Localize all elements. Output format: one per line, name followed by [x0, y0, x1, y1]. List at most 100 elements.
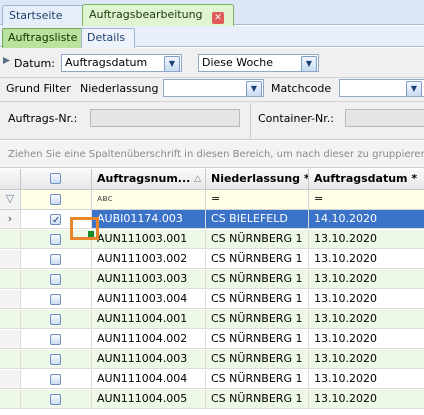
cell-auftragsnummer[interactable]: AUN111003.004	[92, 290, 206, 309]
table-row[interactable]: AUN111004.005 CS NÜRNBERG 1 13.10.2020	[0, 390, 424, 409]
filter-checkbox-cell[interactable]	[21, 190, 92, 209]
filter-operator-label: =	[211, 192, 221, 205]
cell-auftragsnummer[interactable]: AUN111004.005	[92, 390, 206, 409]
row-indicator[interactable]	[0, 230, 21, 249]
datum-type-value: Auftragsdatum	[65, 56, 148, 69]
row-indicator[interactable]	[0, 370, 21, 389]
filter-auftragsnr-operator[interactable]: ᴀᴃc	[92, 190, 206, 209]
row-checkbox-cell[interactable]	[21, 270, 92, 289]
row-indicator[interactable]	[0, 350, 21, 369]
cell-niederlassung[interactable]: CS NÜRNBERG 1	[206, 330, 309, 349]
auftrags-nr-input[interactable]	[90, 109, 240, 127]
cell-auftragsnummer[interactable]: AUBI01174.003	[92, 210, 206, 229]
cell-auftragsnummer[interactable]: AUN111003.001	[92, 230, 206, 249]
row-checkbox[interactable]	[50, 234, 61, 245]
cell-niederlassung[interactable]: CS NÜRNBERG 1	[206, 270, 309, 289]
row-checkbox[interactable]	[50, 394, 61, 405]
row-checkbox[interactable]	[50, 314, 61, 325]
row-checkbox[interactable]	[50, 374, 61, 385]
row-checkbox[interactable]	[50, 294, 61, 305]
datum-type-select[interactable]: Auftragsdatum ▼	[61, 54, 182, 72]
chevron-down-icon[interactable]: ▼	[164, 56, 180, 71]
row-indicator[interactable]: ›	[0, 210, 21, 229]
cell-niederlassung[interactable]: CS NÜRNBERG 1	[206, 250, 309, 269]
cell-auftragsdatum[interactable]: 13.10.2020	[309, 290, 424, 309]
table-row[interactable]: AUN111003.002 CS NÜRNBERG 1 13.10.2020	[0, 250, 424, 269]
cell-auftragsdatum[interactable]: 13.10.2020	[309, 390, 424, 409]
cell-auftragsdatum[interactable]: 13.10.2020	[309, 270, 424, 289]
chevron-down-icon[interactable]: ▼	[246, 81, 262, 96]
filter-operator-label: =	[314, 192, 324, 205]
cell-auftragsdatum[interactable]: 14.10.2020	[309, 210, 424, 229]
row-checkbox[interactable]	[50, 212, 61, 228]
group-panel[interactable]: Ziehen Sie eine Spaltenüberschrift in di…	[0, 141, 424, 168]
row-checkbox[interactable]	[50, 274, 61, 285]
cell-auftragsdatum[interactable]: 13.10.2020	[309, 370, 424, 389]
cell-niederlassung[interactable]: CS NÜRNBERG 1	[206, 390, 309, 409]
subtab-auftragsliste[interactable]: Auftragsliste	[2, 28, 92, 48]
row-checkbox-cell[interactable]	[21, 290, 92, 309]
filter-niederlassung-operator[interactable]: =	[206, 190, 309, 209]
row-checkbox-cell[interactable]	[21, 370, 92, 389]
niederlassung-select[interactable]: ▼	[163, 79, 264, 97]
header-niederlassung[interactable]: Niederlassung *	[206, 169, 309, 190]
cell-auftragsnummer[interactable]: AUN111004.001	[92, 310, 206, 329]
row-indicator[interactable]	[0, 270, 21, 289]
table-row[interactable]: AUN111003.001 CS NÜRNBERG 1 13.10.2020	[0, 230, 424, 249]
header-label: Niederlassung *	[211, 172, 309, 185]
row-indicator[interactable]	[0, 250, 21, 269]
matchcode-select[interactable]: ▼	[339, 79, 424, 97]
cell-niederlassung[interactable]: CS NÜRNBERG 1	[206, 370, 309, 389]
cell-auftragsnummer[interactable]: AUN111003.002	[92, 250, 206, 269]
filter-checkbox[interactable]	[50, 194, 61, 205]
cell-auftragsnummer[interactable]: AUN111004.002	[92, 330, 206, 349]
filter-datum-operator[interactable]: =	[309, 190, 424, 209]
select-all-checkbox[interactable]	[50, 173, 61, 184]
row-indicator[interactable]	[0, 390, 21, 409]
cell-niederlassung[interactable]: CS NÜRNBERG 1	[206, 310, 309, 329]
cell-auftragsdatum[interactable]: 13.10.2020	[309, 250, 424, 269]
container-nr-input[interactable]	[345, 109, 424, 127]
collapse-arrow-icon[interactable]	[3, 57, 10, 64]
table-row[interactable]: AUN111004.001 CS NÜRNBERG 1 13.10.2020	[0, 310, 424, 329]
row-checkbox[interactable]	[50, 354, 61, 365]
row-checkbox-cell[interactable]	[21, 390, 92, 409]
chevron-down-icon[interactable]: ▼	[406, 81, 422, 96]
table-row[interactable]: AUN111003.004 CS NÜRNBERG 1 13.10.2020	[0, 290, 424, 309]
table-row[interactable]: › AUBI01174.003CS BIELEFELD14.10.2020	[0, 210, 424, 229]
filter-operator-label: ᴀᴃc	[97, 194, 113, 204]
cell-auftragsnummer[interactable]: AUN111004.003	[92, 350, 206, 369]
header-auftragsdatum[interactable]: Auftragsdatum *	[309, 169, 424, 190]
filter-funnel-icon[interactable]: ▽	[0, 190, 21, 209]
table-row[interactable]: AUN111003.003 CS NÜRNBERG 1 13.10.2020	[0, 270, 424, 289]
row-checkbox-cell[interactable]	[21, 310, 92, 329]
close-icon[interactable]: ✕	[212, 12, 225, 24]
row-indicator[interactable]	[0, 330, 21, 349]
cell-auftragsdatum[interactable]: 13.10.2020	[309, 310, 424, 329]
row-checkbox-cell[interactable]	[21, 330, 92, 349]
row-checkbox[interactable]	[50, 334, 61, 345]
table-row[interactable]: AUN111004.004 CS NÜRNBERG 1 13.10.2020	[0, 370, 424, 389]
datum-range-select[interactable]: Diese Woche ▼	[198, 54, 319, 72]
cell-niederlassung[interactable]: CS BIELEFELD	[206, 210, 309, 229]
row-checkbox-cell[interactable]	[21, 350, 92, 369]
cell-niederlassung[interactable]: CS NÜRNBERG 1	[206, 290, 309, 309]
header-select-all[interactable]	[21, 169, 92, 190]
subtab-details[interactable]: Details	[81, 28, 135, 48]
chevron-down-icon[interactable]: ▼	[301, 56, 317, 71]
cell-auftragsnummer[interactable]: AUN111004.004	[92, 370, 206, 389]
row-checkbox-cell[interactable]	[21, 250, 92, 269]
cell-auftragsdatum[interactable]: 13.10.2020	[309, 350, 424, 369]
table-row[interactable]: AUN111004.002 CS NÜRNBERG 1 13.10.2020	[0, 330, 424, 349]
row-checkbox[interactable]	[50, 254, 61, 265]
cell-auftragsdatum[interactable]: 13.10.2020	[309, 330, 424, 349]
cell-auftragsdatum[interactable]: 13.10.2020	[309, 230, 424, 249]
cell-niederlassung[interactable]: CS NÜRNBERG 1	[206, 230, 309, 249]
tab-auftragsbearbeitung[interactable]: Auftragsbearbeitung ✕	[82, 4, 234, 27]
row-indicator[interactable]	[0, 310, 21, 329]
header-auftragsnummer[interactable]: Auftragsnum... △	[92, 169, 206, 190]
row-indicator[interactable]	[0, 290, 21, 309]
table-row[interactable]: AUN111004.003 CS NÜRNBERG 1 13.10.2020	[0, 350, 424, 369]
cell-auftragsnummer[interactable]: AUN111003.003	[92, 270, 206, 289]
cell-niederlassung[interactable]: CS NÜRNBERG 1	[206, 350, 309, 369]
